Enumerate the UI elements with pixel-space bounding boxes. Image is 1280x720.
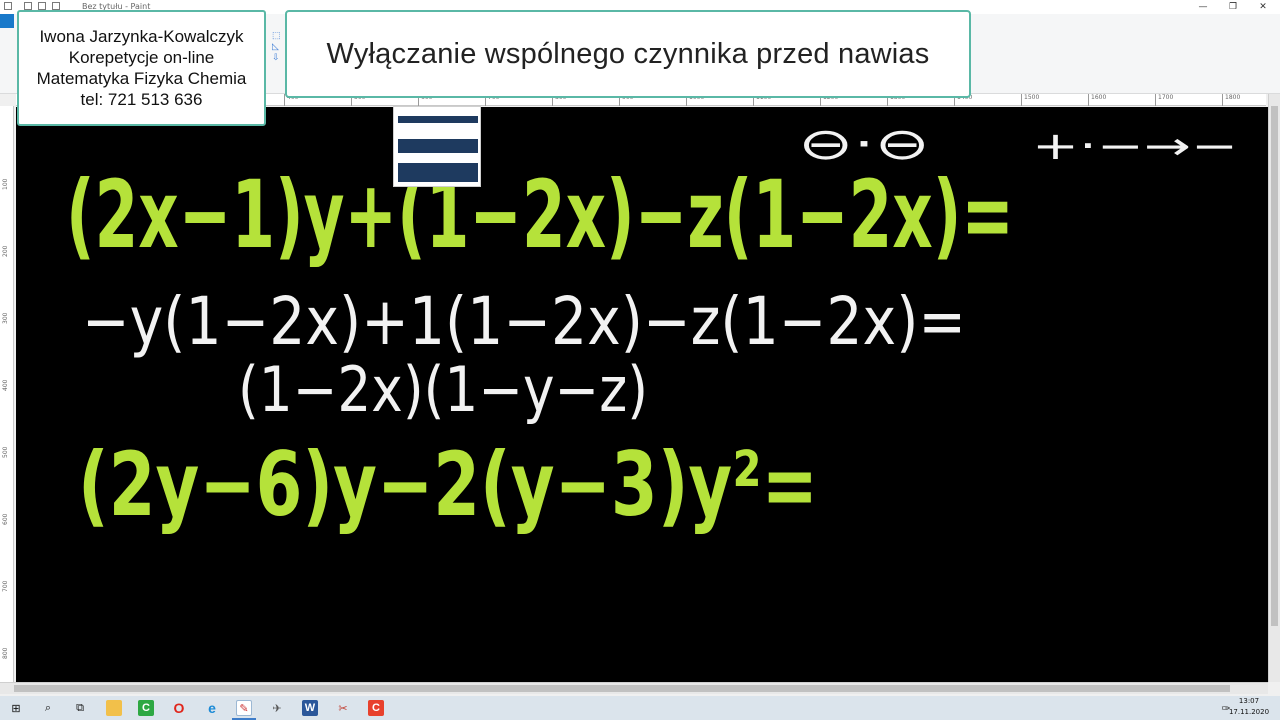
- vertical-ruler-tick: 600: [2, 513, 9, 525]
- paint-icon[interactable]: ✎: [236, 700, 252, 716]
- opera-icon[interactable]: O: [171, 700, 187, 716]
- equation-line-2: −y(1−2x)+1(1−2x)−z(1−2x)=: [82, 283, 966, 360]
- ruler-tick: 1600: [1088, 94, 1106, 106]
- tutor-service: Korepetycje on-line: [68, 48, 215, 67]
- lesson-title-box: Wyłączanie wspólnego czynnika przed nawi…: [285, 10, 971, 98]
- tutor-name: Iwona Jarzynka-Kowalczyk: [39, 27, 244, 46]
- horizontal-scroll-thumb[interactable]: [14, 685, 1230, 692]
- red-app-icon[interactable]: C: [368, 700, 384, 716]
- line-width-popup[interactable]: [393, 106, 481, 187]
- select-tool-icon[interactable]: ⬚ ◺ ⇩: [272, 30, 282, 80]
- tutor-subjects: Matematyka Fizyka Chemia: [36, 69, 247, 88]
- horizontal-scrollbar[interactable]: [0, 682, 1268, 694]
- drawing-canvas[interactable]: (2x−1)y+(1−2x)−z(1−2x)= (2y−6)y−2(y−3)y²…: [16, 107, 1268, 682]
- taskbar: ⊞ ⌕ ⧉ C O e ✎ ✈ W ✂ C ✑ 13:07 17.11.2020: [0, 696, 1280, 720]
- vertical-ruler-tick: 100: [2, 178, 9, 190]
- word-icon[interactable]: W: [302, 700, 318, 716]
- vertical-ruler-tick: 300: [2, 312, 9, 324]
- sign-rule-note: +·−→−: [1032, 124, 1238, 168]
- vertical-scroll-thumb[interactable]: [1271, 106, 1278, 626]
- app-icon: [4, 2, 12, 10]
- green-app-icon[interactable]: C: [138, 700, 154, 716]
- undo-icon[interactable]: [38, 2, 46, 10]
- vertical-ruler-tick: 200: [2, 245, 9, 257]
- redo-icon[interactable]: [52, 2, 60, 10]
- tutor-info-box: Iwona Jarzynka-Kowalczyk Korepetycje on-…: [17, 10, 266, 126]
- file-tab[interactable]: [0, 14, 14, 28]
- vertical-ruler-tick: 400: [2, 379, 9, 391]
- restore-button[interactable]: ❐: [1216, 0, 1250, 14]
- handwritten-math: (2x−1)y+(1−2x)−z(1−2x)= (2y−6)y−2(y−3)y²…: [66, 119, 1238, 536]
- close-button[interactable]: ✕: [1246, 0, 1280, 14]
- snipping-icon[interactable]: ✂: [335, 700, 351, 716]
- save-icon[interactable]: [24, 2, 32, 10]
- line-width-option-medium[interactable]: [398, 139, 478, 153]
- edge-icon[interactable]: e: [204, 700, 220, 716]
- windows-start-icon[interactable]: ⊞: [8, 700, 24, 716]
- equation-line-1: (2x−1)y+(1−2x)−z(1−2x)=: [66, 161, 1014, 270]
- equation-line-3: (1−2x)(1−y−z): [238, 353, 648, 426]
- plane-app-icon[interactable]: ✈: [269, 700, 285, 716]
- tutor-phone: tel: 721 513 636: [80, 90, 203, 109]
- ruler-tick: 1800: [1222, 94, 1240, 106]
- sign-note: ⊖·⊖: [798, 119, 930, 170]
- search-icon[interactable]: ⌕: [40, 700, 56, 716]
- taskbar-clock[interactable]: 13:07 17.11.2020: [1224, 696, 1274, 718]
- minimize-button[interactable]: —: [1186, 0, 1220, 14]
- line-width-option-thick[interactable]: [398, 163, 478, 182]
- vertical-ruler: 100 200 300 400 500 600 700 800: [0, 106, 14, 682]
- ruler-tick: 1500: [1021, 94, 1039, 106]
- equation-line-4: (2y−6)y−2(y−3)y²=: [78, 433, 818, 536]
- line-width-option-thin[interactable]: [398, 116, 478, 123]
- clock-time: 13:07: [1238, 697, 1260, 705]
- task-view-icon[interactable]: ⧉: [72, 700, 88, 716]
- vertical-ruler-tick: 700: [2, 580, 9, 592]
- vertical-ruler-tick: 500: [2, 446, 9, 458]
- clock-date: 17.11.2020: [1228, 708, 1270, 716]
- file-explorer-icon[interactable]: [106, 700, 122, 716]
- lesson-title: Wyłączanie wspólnego czynnika przed nawi…: [326, 37, 930, 70]
- vertical-scrollbar[interactable]: [1268, 94, 1280, 682]
- ruler-tick: 1700: [1155, 94, 1173, 106]
- vertical-ruler-tick: 800: [2, 647, 9, 659]
